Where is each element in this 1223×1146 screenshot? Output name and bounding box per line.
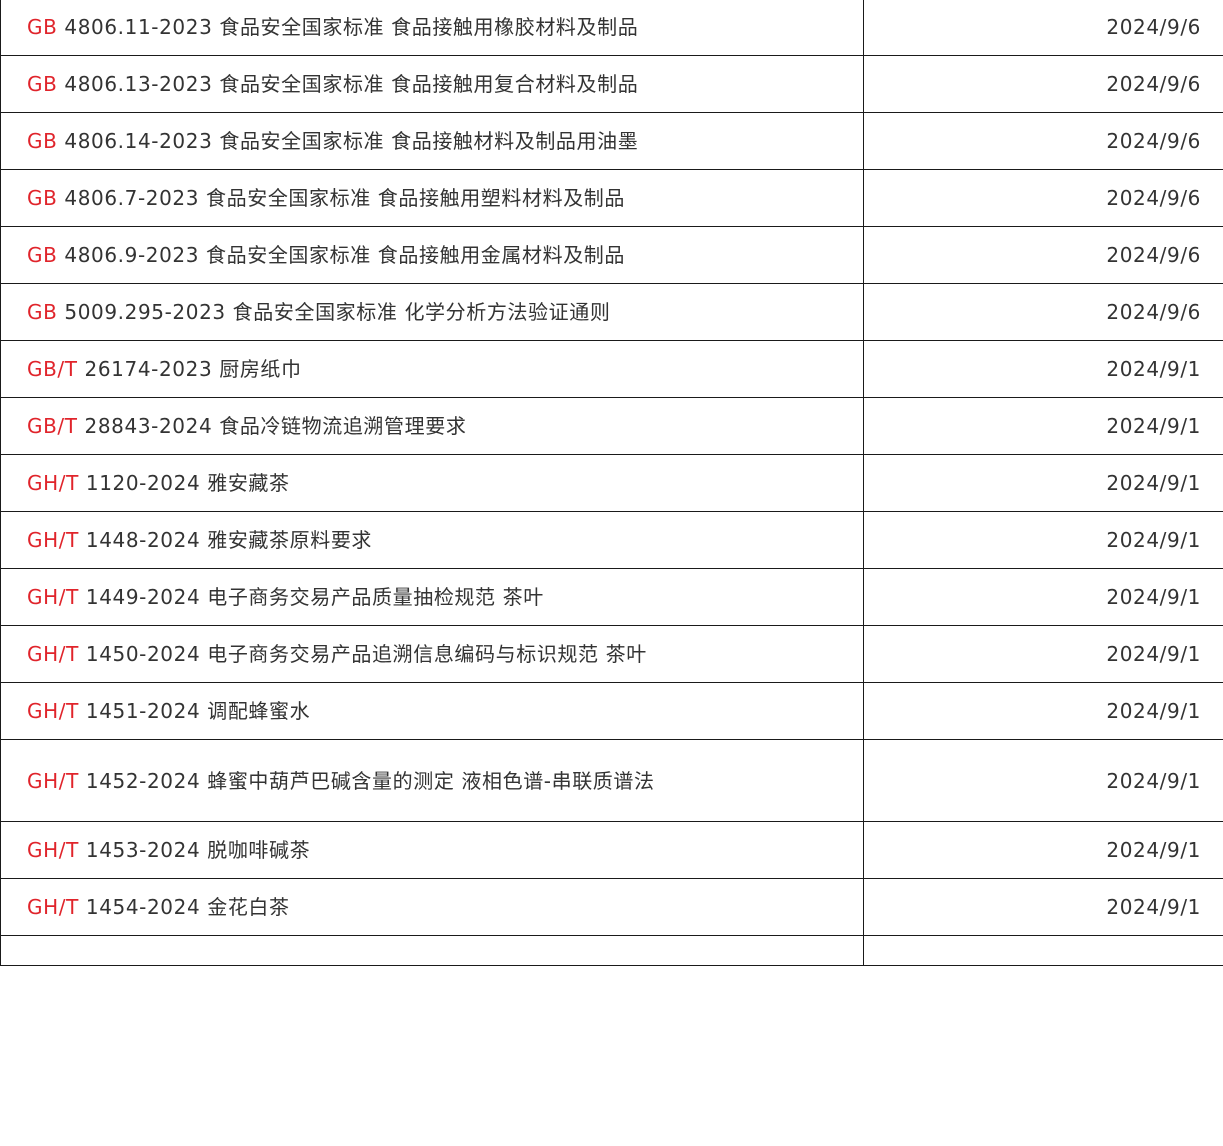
table-row: GB 4806.14-2023 食品安全国家标准 食品接触材料及制品用油墨 20… xyxy=(0,112,1223,170)
standard-prefix: GB/T xyxy=(27,414,78,438)
table-row: GB 5009.295-2023 食品安全国家标准 化学分析方法验证通则 202… xyxy=(0,283,1223,341)
effective-date-cell: 2024/9/6 xyxy=(863,55,1223,113)
standard-prefix: GH/T xyxy=(27,838,79,862)
effective-date-cell: 2024/9/6 xyxy=(863,0,1223,56)
standard-name-cell: GH/T 1452-2024 蜂蜜中葫芦巴碱含量的测定 液相色谱-串联质谱法 xyxy=(0,739,864,822)
effective-date-cell: 2024/9/1 xyxy=(863,340,1223,398)
standard-title: 1120-2024 雅安藏茶 xyxy=(78,471,290,495)
standard-title: 5009.295-2023 食品安全国家标准 化学分析方法验证通则 xyxy=(57,300,611,324)
table-row: GH/T 1454-2024 金花白茶 2024/9/1 xyxy=(0,878,1223,936)
table-row: GB 4806.13-2023 食品安全国家标准 食品接触用复合材料及制品 20… xyxy=(0,55,1223,113)
standard-title: 1453-2024 脱咖啡碱茶 xyxy=(78,838,311,862)
standard-prefix: GH/T xyxy=(27,528,79,552)
standard-prefix: GH/T xyxy=(27,699,79,723)
standard-prefix: GB/T xyxy=(27,357,78,381)
table-row-partial xyxy=(0,935,1223,966)
effective-date-cell: 2024/9/6 xyxy=(863,283,1223,341)
standard-title: 1450-2024 电子商务交易产品追溯信息编码与标识规范 茶叶 xyxy=(78,642,647,666)
effective-date-cell: 2024/9/1 xyxy=(863,878,1223,936)
standard-name-cell: GH/T 1450-2024 电子商务交易产品追溯信息编码与标识规范 茶叶 xyxy=(0,625,864,683)
empty-cell xyxy=(0,935,864,966)
table-row: GB/T 28843-2024 食品冷链物流追溯管理要求 2024/9/1 xyxy=(0,397,1223,455)
standard-prefix: GB xyxy=(27,186,58,210)
effective-date-cell: 2024/9/6 xyxy=(863,226,1223,284)
standard-name-cell: GH/T 1448-2024 雅安藏茶原料要求 xyxy=(0,511,864,569)
table-row: GH/T 1448-2024 雅安藏茶原料要求 2024/9/1 xyxy=(0,511,1223,569)
standard-prefix: GB xyxy=(27,300,58,324)
standard-name-cell: GB 4806.9-2023 食品安全国家标准 食品接触用金属材料及制品 xyxy=(0,226,864,284)
table-row: GB/T 26174-2023 厨房纸巾 2024/9/1 xyxy=(0,340,1223,398)
effective-date-cell: 2024/9/1 xyxy=(863,568,1223,626)
standard-name-cell: GB 4806.14-2023 食品安全国家标准 食品接触材料及制品用油墨 xyxy=(0,112,864,170)
standard-title: 4806.9-2023 食品安全国家标准 食品接触用金属材料及制品 xyxy=(57,243,625,267)
table-row: GB 4806.9-2023 食品安全国家标准 食品接触用金属材料及制品 202… xyxy=(0,226,1223,284)
standard-title: 4806.7-2023 食品安全国家标准 食品接触用塑料材料及制品 xyxy=(57,186,625,210)
standard-name-cell: GB/T 26174-2023 厨房纸巾 xyxy=(0,340,864,398)
standard-prefix: GB xyxy=(27,129,58,153)
table-row: GH/T 1451-2024 调配蜂蜜水 2024/9/1 xyxy=(0,682,1223,740)
standard-prefix: GB xyxy=(27,72,58,96)
standard-title: 1449-2024 电子商务交易产品质量抽检规范 茶叶 xyxy=(78,585,544,609)
table-row: GH/T 1453-2024 脱咖啡碱茶 2024/9/1 xyxy=(0,821,1223,879)
standard-title: 1454-2024 金花白茶 xyxy=(78,895,290,919)
standard-title: 4806.11-2023 食品安全国家标准 食品接触用橡胶材料及制品 xyxy=(57,15,639,39)
standard-prefix: GH/T xyxy=(27,585,79,609)
standard-prefix: GH/T xyxy=(27,642,79,666)
table-row: GH/T 1450-2024 电子商务交易产品追溯信息编码与标识规范 茶叶 20… xyxy=(0,625,1223,683)
empty-cell xyxy=(863,935,1223,966)
standard-name-cell: GB 5009.295-2023 食品安全国家标准 化学分析方法验证通则 xyxy=(0,283,864,341)
standard-prefix: GB xyxy=(27,15,58,39)
standards-table: GB 4806.11-2023 食品安全国家标准 食品接触用橡胶材料及制品 20… xyxy=(0,0,1223,966)
table-row: GB 4806.11-2023 食品安全国家标准 食品接触用橡胶材料及制品 20… xyxy=(0,0,1223,56)
standard-title: 1452-2024 蜂蜜中葫芦巴碱含量的测定 液相色谱-串联质谱法 xyxy=(78,768,655,793)
effective-date-cell: 2024/9/6 xyxy=(863,169,1223,227)
effective-date-cell: 2024/9/1 xyxy=(863,511,1223,569)
standard-prefix: GH/T xyxy=(27,471,79,495)
standard-name-cell: GH/T 1451-2024 调配蜂蜜水 xyxy=(0,682,864,740)
standard-name-cell: GB 4806.7-2023 食品安全国家标准 食品接触用塑料材料及制品 xyxy=(0,169,864,227)
table-row: GH/T 1120-2024 雅安藏茶 2024/9/1 xyxy=(0,454,1223,512)
effective-date-cell: 2024/9/1 xyxy=(863,739,1223,822)
table-row: GH/T 1449-2024 电子商务交易产品质量抽检规范 茶叶 2024/9/… xyxy=(0,568,1223,626)
standard-title: 28843-2024 食品冷链物流追溯管理要求 xyxy=(77,414,467,438)
effective-date-cell: 2024/9/1 xyxy=(863,625,1223,683)
standard-name-cell: GB/T 28843-2024 食品冷链物流追溯管理要求 xyxy=(0,397,864,455)
standard-name-cell: GH/T 1454-2024 金花白茶 xyxy=(0,878,864,936)
standard-name-cell: GH/T 1449-2024 电子商务交易产品质量抽检规范 茶叶 xyxy=(0,568,864,626)
standard-title: 1448-2024 雅安藏茶原料要求 xyxy=(78,528,373,552)
standards-table-body: GB 4806.11-2023 食品安全国家标准 食品接触用橡胶材料及制品 20… xyxy=(0,0,1223,966)
effective-date-cell: 2024/9/1 xyxy=(863,397,1223,455)
effective-date-cell: 2024/9/1 xyxy=(863,821,1223,879)
standard-name-cell: GH/T 1120-2024 雅安藏茶 xyxy=(0,454,864,512)
standard-title: 1451-2024 调配蜂蜜水 xyxy=(78,699,311,723)
standard-title: 4806.14-2023 食品安全国家标准 食品接触材料及制品用油墨 xyxy=(57,129,639,153)
standard-title: 4806.13-2023 食品安全国家标准 食品接触用复合材料及制品 xyxy=(57,72,639,96)
standard-title: 26174-2023 厨房纸巾 xyxy=(77,357,302,381)
standard-name-cell: GH/T 1453-2024 脱咖啡碱茶 xyxy=(0,821,864,879)
table-row: GB 4806.7-2023 食品安全国家标准 食品接触用塑料材料及制品 202… xyxy=(0,169,1223,227)
effective-date-cell: 2024/9/6 xyxy=(863,112,1223,170)
standard-prefix: GB xyxy=(27,243,58,267)
effective-date-cell: 2024/9/1 xyxy=(863,454,1223,512)
standard-name-cell: GB 4806.13-2023 食品安全国家标准 食品接触用复合材料及制品 xyxy=(0,55,864,113)
standard-prefix: GH/T xyxy=(27,895,79,919)
effective-date-cell: 2024/9/1 xyxy=(863,682,1223,740)
table-row: GH/T 1452-2024 蜂蜜中葫芦巴碱含量的测定 液相色谱-串联质谱法 2… xyxy=(0,739,1223,822)
standard-name-cell: GB 4806.11-2023 食品安全国家标准 食品接触用橡胶材料及制品 xyxy=(0,0,864,56)
standard-prefix: GH/T xyxy=(27,768,79,793)
